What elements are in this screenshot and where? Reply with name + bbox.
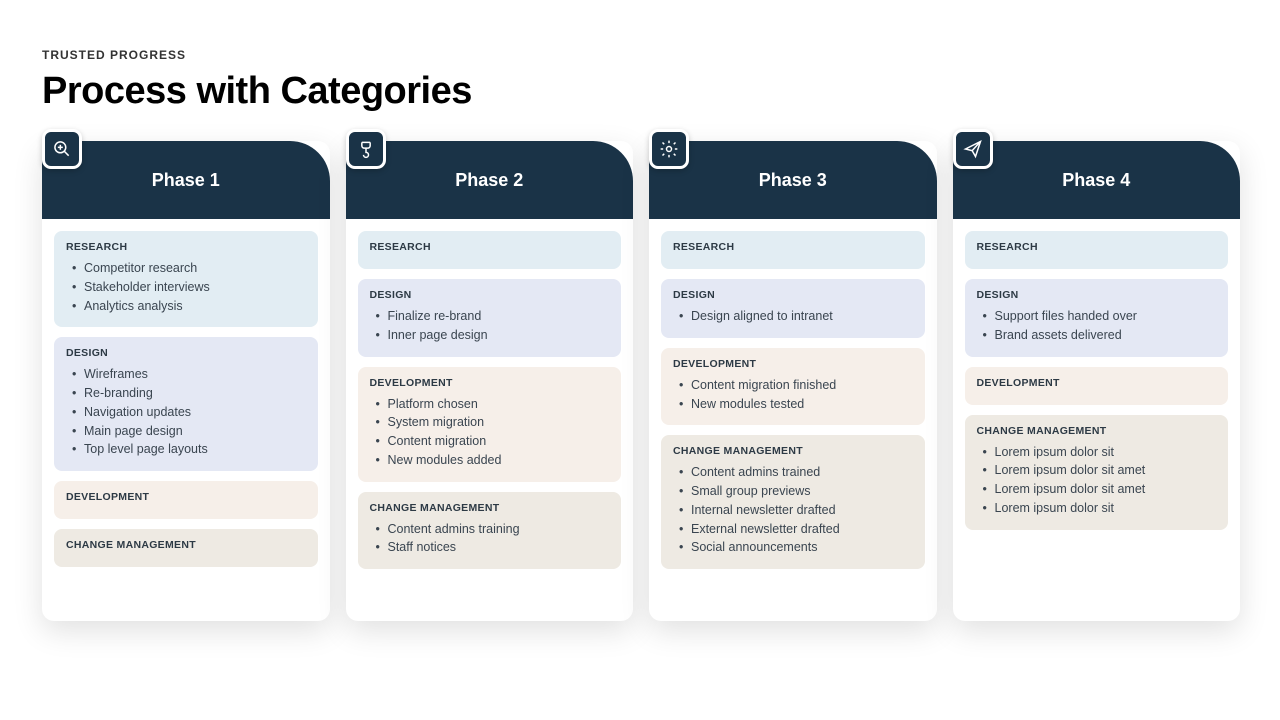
list-item: Stakeholder interviews: [70, 278, 306, 297]
phases-row: Phase 1 RESEARCH Competitor researchStakeh…: [42, 141, 1240, 621]
list-item: Main page design: [70, 422, 306, 441]
zoom-icon: [42, 129, 82, 169]
category-items: Support files handed overBrand assets de…: [977, 307, 1217, 345]
list-item: Internal newsletter drafted: [677, 501, 913, 520]
list-item: Lorem ipsum dolor sit amet: [981, 480, 1217, 499]
category-change: CHANGE MANAGEMENT Content admins training…: [358, 492, 622, 570]
category-label: RESEARCH: [370, 241, 610, 253]
category-label: CHANGE MANAGEMENT: [977, 425, 1217, 437]
list-item: Lorem ipsum dolor sit: [981, 499, 1217, 518]
category-research: RESEARCH: [358, 231, 622, 269]
phase-title: Phase 2: [455, 170, 523, 191]
phase-card: Phase 1 RESEARCH Competitor researchStakeh…: [42, 141, 330, 621]
phase-header: Phase 4: [953, 141, 1241, 219]
phase-card: Phase 3 RESEARCH DESIGN Design aligned to i…: [649, 141, 937, 621]
category-items: Platform chosenSystem migrationContent m…: [370, 395, 610, 470]
phase-body: RESEARCH Competitor researchStakeholder i…: [42, 219, 330, 583]
slide: TRUSTED PROGRESS Process with Categories…: [0, 0, 1280, 720]
category-research: RESEARCH: [965, 231, 1229, 269]
phase-card: Phase 2 RESEARCH DESIGN Finalize re-brandIn…: [346, 141, 634, 621]
category-label: DESIGN: [66, 347, 306, 359]
category-items: Competitor researchStakeholder interview…: [66, 259, 306, 315]
category-change: CHANGE MANAGEMENTContent admins trainedS…: [661, 435, 925, 569]
category-research: RESEARCH Competitor researchStakeholder i…: [54, 231, 318, 327]
send-icon: [953, 129, 993, 169]
category-items: Finalize re-brandInner page design: [370, 307, 610, 345]
category-label: RESEARCH: [673, 241, 913, 253]
list-item: Social announcements: [677, 538, 913, 557]
list-item: Content admins training: [374, 520, 610, 539]
list-item: Staff notices: [374, 538, 610, 557]
list-item: Content admins trained: [677, 463, 913, 482]
phase-header: Phase 1: [42, 141, 330, 219]
category-development: DEVELOPMENT: [965, 367, 1229, 405]
list-item: Content migration: [374, 432, 610, 451]
phase-body: RESEARCH DESIGN Support files handed overB…: [953, 219, 1241, 546]
category-label: DESIGN: [673, 289, 913, 301]
category-label: CHANGE MANAGEMENT: [66, 539, 306, 551]
list-item: Platform chosen: [374, 395, 610, 414]
phase-title: Phase 3: [759, 170, 827, 191]
phase-card: Phase 4 RESEARCH DESIGN Support files hande…: [953, 141, 1241, 621]
list-item: New modules added: [374, 451, 610, 470]
category-label: CHANGE MANAGEMENT: [370, 502, 610, 514]
category-items: Lorem ipsum dolor sitLorem ipsum dolor s…: [977, 443, 1217, 518]
phase-body: RESEARCH DESIGN Finalize re-brandInner pag…: [346, 219, 634, 585]
category-items: Content admins trainedSmall group previe…: [673, 463, 913, 557]
list-item: Support files handed over: [981, 307, 1217, 326]
list-item: Design aligned to intranet: [677, 307, 913, 326]
phase-title: Phase 1: [152, 170, 220, 191]
list-item: Re-branding: [70, 384, 306, 403]
list-item: Lorem ipsum dolor sit amet: [981, 461, 1217, 480]
list-item: New modules tested: [677, 395, 913, 414]
category-change: CHANGE MANAGEMENTLorem ipsum dolor sitLo…: [965, 415, 1229, 530]
list-item: Analytics analysis: [70, 297, 306, 316]
list-item: Brand assets delivered: [981, 326, 1217, 345]
list-item: System migration: [374, 413, 610, 432]
category-design: DESIGN Design aligned to intranet: [661, 279, 925, 338]
phase-header: Phase 3: [649, 141, 937, 219]
category-change: CHANGE MANAGEMENT: [54, 529, 318, 567]
category-label: DEVELOPMENT: [977, 377, 1217, 389]
phase-header: Phase 2: [346, 141, 634, 219]
category-label: RESEARCH: [66, 241, 306, 253]
phase-body: RESEARCH DESIGN Design aligned to intranet…: [649, 219, 937, 585]
list-item: Navigation updates: [70, 403, 306, 422]
category-design: DESIGN WireframesRe-brandingNavigation up…: [54, 337, 318, 471]
category-label: DEVELOPMENT: [66, 491, 306, 503]
category-items: Content migration finishedNew modules te…: [673, 376, 913, 414]
category-items: WireframesRe-brandingNavigation updatesM…: [66, 365, 306, 459]
list-item: Inner page design: [374, 326, 610, 345]
brush-icon: [346, 129, 386, 169]
list-item: Content migration finished: [677, 376, 913, 395]
category-label: DESIGN: [977, 289, 1217, 301]
category-research: RESEARCH: [661, 231, 925, 269]
phase-title: Phase 4: [1062, 170, 1130, 191]
category-items: Content admins trainingStaff notices: [370, 520, 610, 558]
list-item: Small group previews: [677, 482, 913, 501]
category-label: RESEARCH: [977, 241, 1217, 253]
list-item: Lorem ipsum dolor sit: [981, 443, 1217, 462]
page-title: Process with Categories: [42, 70, 1240, 113]
category-development: DEVELOPMENT: [54, 481, 318, 519]
category-design: DESIGN Support files handed overBrand ass…: [965, 279, 1229, 357]
category-label: DEVELOPMENT: [673, 358, 913, 370]
eyebrow: TRUSTED PROGRESS: [42, 48, 1240, 62]
category-design: DESIGN Finalize re-brandInner page design: [358, 279, 622, 357]
list-item: Competitor research: [70, 259, 306, 278]
list-item: Wireframes: [70, 365, 306, 384]
category-items: Design aligned to intranet: [673, 307, 913, 326]
category-label: DESIGN: [370, 289, 610, 301]
category-label: CHANGE MANAGEMENT: [673, 445, 913, 457]
category-label: DEVELOPMENT: [370, 377, 610, 389]
list-item: External newsletter drafted: [677, 520, 913, 539]
list-item: Finalize re-brand: [374, 307, 610, 326]
category-development: DEVELOPMENT Content migration finishedNew…: [661, 348, 925, 426]
list-item: Top level page layouts: [70, 440, 306, 459]
category-development: DEVELOPMENT Platform chosenSystem migrati…: [358, 367, 622, 482]
gear-icon: [649, 129, 689, 169]
